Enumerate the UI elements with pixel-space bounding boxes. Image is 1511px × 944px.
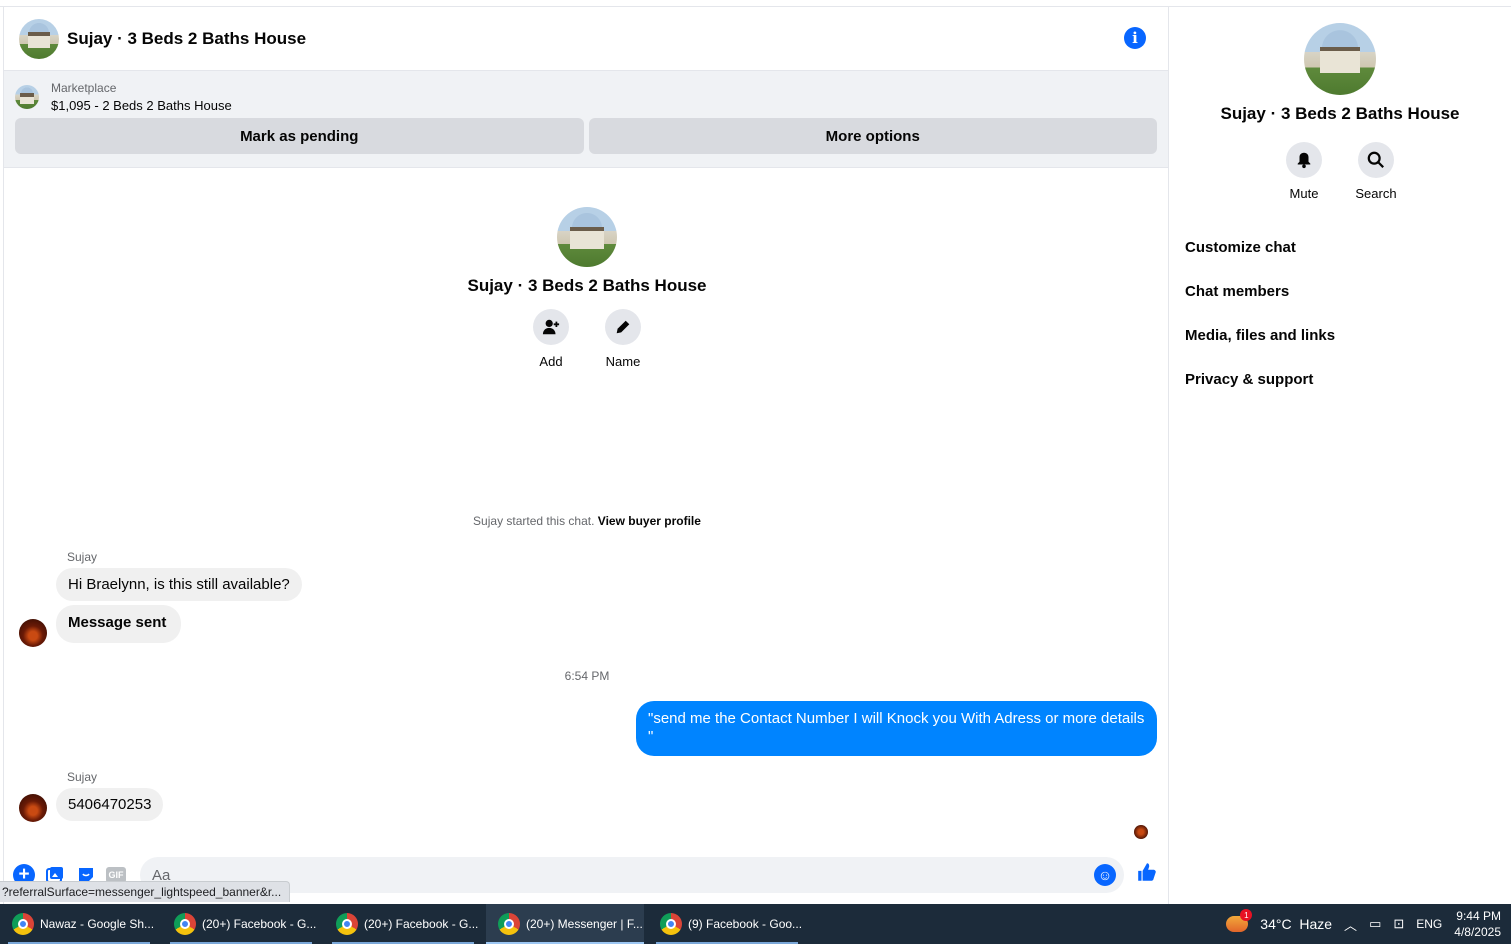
weather-text[interactable]: 34°C Haze <box>1260 916 1332 932</box>
mark-as-pending-button[interactable]: Mark as pending <box>15 118 584 154</box>
chrome-icon <box>174 913 196 935</box>
chrome-icon <box>498 913 520 935</box>
chat-avatar[interactable] <box>19 18 59 59</box>
taskbar-item-label: (20+) Facebook - G... <box>202 917 317 931</box>
chrome-icon <box>660 913 682 935</box>
chat-intro: Sujay · 3 Beds 2 Baths House Add Name <box>4 207 1170 369</box>
name-button[interactable]: Name <box>605 309 641 369</box>
clock-time: 9:44 PM <box>1456 909 1501 923</box>
incoming-message[interactable]: 5406470253 <box>56 788 164 821</box>
language-indicator[interactable]: ENG <box>1416 917 1442 931</box>
sender-avatar[interactable] <box>19 619 47 647</box>
menu-customize-chat[interactable]: Customize chat <box>1169 225 1511 269</box>
search-label: Search <box>1355 186 1397 201</box>
chat-header[interactable]: Sujay · 3 Beds 2 Baths House i <box>4 7 1168 71</box>
chrome-icon <box>12 913 34 935</box>
browser-status-url: ?referralSurface=messenger_lightspeed_ba… <box>0 881 291 902</box>
message-sender: Sujay <box>67 550 98 564</box>
marketplace-label: Marketplace <box>51 81 117 95</box>
taskbar-item[interactable]: Nawaz - Google Sh... <box>0 904 158 944</box>
name-label: Name <box>605 354 641 369</box>
add-button[interactable]: Add <box>533 309 569 369</box>
clock[interactable]: 9:44 PM 4/8/2025 <box>1454 908 1501 940</box>
search-button[interactable]: Search <box>1355 142 1397 201</box>
marketplace-listing[interactable]: Marketplace $1,095 - 2 Beds 2 Baths Hous… <box>15 81 1157 113</box>
chevron-up-icon[interactable]: ︿ <box>1344 915 1357 934</box>
listing-title: $1,095 - 2 Beds 2 Baths House <box>51 98 232 113</box>
chrome-icon <box>336 913 358 935</box>
chat-started-notice: Sujay started this chat. View buyer prof… <box>4 514 1170 528</box>
incoming-message[interactable]: Hi Braelynn, is this still available? <box>56 568 302 601</box>
marketplace-banner: Marketplace $1,095 - 2 Beds 2 Baths Hous… <box>4 71 1168 168</box>
message-timestamp: 6:54 PM <box>564 669 610 683</box>
menu-media-files-links[interactable]: Media, files and links <box>1169 313 1511 357</box>
pencil-icon <box>605 309 641 345</box>
thumbs-up-icon[interactable] <box>1136 861 1158 889</box>
weather-badge: 1 <box>1240 909 1253 921</box>
info-icon[interactable]: i <box>1124 27 1146 49</box>
message-sender: Sujay <box>67 770 98 784</box>
clock-date: 4/8/2025 <box>1454 925 1501 939</box>
chat-title[interactable]: Sujay · 3 Beds 2 Baths House <box>67 29 306 49</box>
add-person-icon <box>533 309 569 345</box>
seen-indicator-avatar <box>1134 825 1148 839</box>
bell-icon <box>1286 142 1322 178</box>
display-icon[interactable]: ⊡ <box>1393 916 1404 932</box>
side-menu: Customize chat Chat members Media, files… <box>1169 225 1511 401</box>
system-tray: 1 34°C Haze ︿ ▭ ⊡ ENG 9:44 PM 4/8/2025 <box>1226 904 1511 944</box>
taskbar-item[interactable]: (20+) Facebook - G... <box>324 904 482 944</box>
taskbar: Nawaz - Google Sh... (20+) Facebook - G.… <box>0 904 1511 944</box>
side-avatar[interactable] <box>1304 23 1376 95</box>
taskbar-item-active[interactable]: (20+) Messenger | F... <box>486 904 644 944</box>
browser-top-edge <box>0 0 1511 7</box>
menu-chat-members[interactable]: Chat members <box>1169 269 1511 313</box>
emoji-icon[interactable]: ☺ <box>1094 864 1116 886</box>
search-icon <box>1358 142 1394 178</box>
intro-title: Sujay · 3 Beds 2 Baths House <box>467 276 707 295</box>
menu-privacy-support[interactable]: Privacy & support <box>1169 357 1511 401</box>
conversation-info-panel: Sujay · 3 Beds 2 Baths House Mute Search… <box>1169 7 1511 904</box>
mute-label: Mute <box>1289 186 1319 201</box>
taskbar-item[interactable]: (9) Facebook - Goo... <box>648 904 806 944</box>
taskbar-item-label: (9) Facebook - Goo... <box>688 917 803 931</box>
taskbar-item-label: (20+) Messenger | F... <box>526 917 643 931</box>
sender-avatar[interactable] <box>19 794 47 822</box>
taskbar-item[interactable]: (20+) Facebook - G... <box>162 904 320 944</box>
network-icon[interactable]: ▭ <box>1369 916 1381 932</box>
intro-avatar[interactable] <box>557 207 617 267</box>
listing-thumbnail <box>15 85 39 109</box>
taskbar-item-label: (20+) Facebook - G... <box>364 917 479 931</box>
add-label: Add <box>539 354 563 369</box>
started-text: Sujay started this chat. <box>473 514 595 528</box>
taskbar-item-label: Nawaz - Google Sh... <box>40 917 155 931</box>
view-buyer-profile-link[interactable]: View buyer profile <box>598 514 701 528</box>
weather-icon[interactable]: 1 <box>1226 909 1253 932</box>
outgoing-message[interactable]: "send me the Contact Number I will Knock… <box>636 701 1157 756</box>
mute-button[interactable]: Mute <box>1286 142 1322 201</box>
side-title: Sujay · 3 Beds 2 Baths House <box>1220 104 1460 123</box>
incoming-message[interactable]: Message sent <box>56 605 182 643</box>
chat-panel: Sujay · 3 Beds 2 Baths House i Marketpla… <box>3 7 1169 904</box>
more-options-button[interactable]: More options <box>588 118 1157 154</box>
